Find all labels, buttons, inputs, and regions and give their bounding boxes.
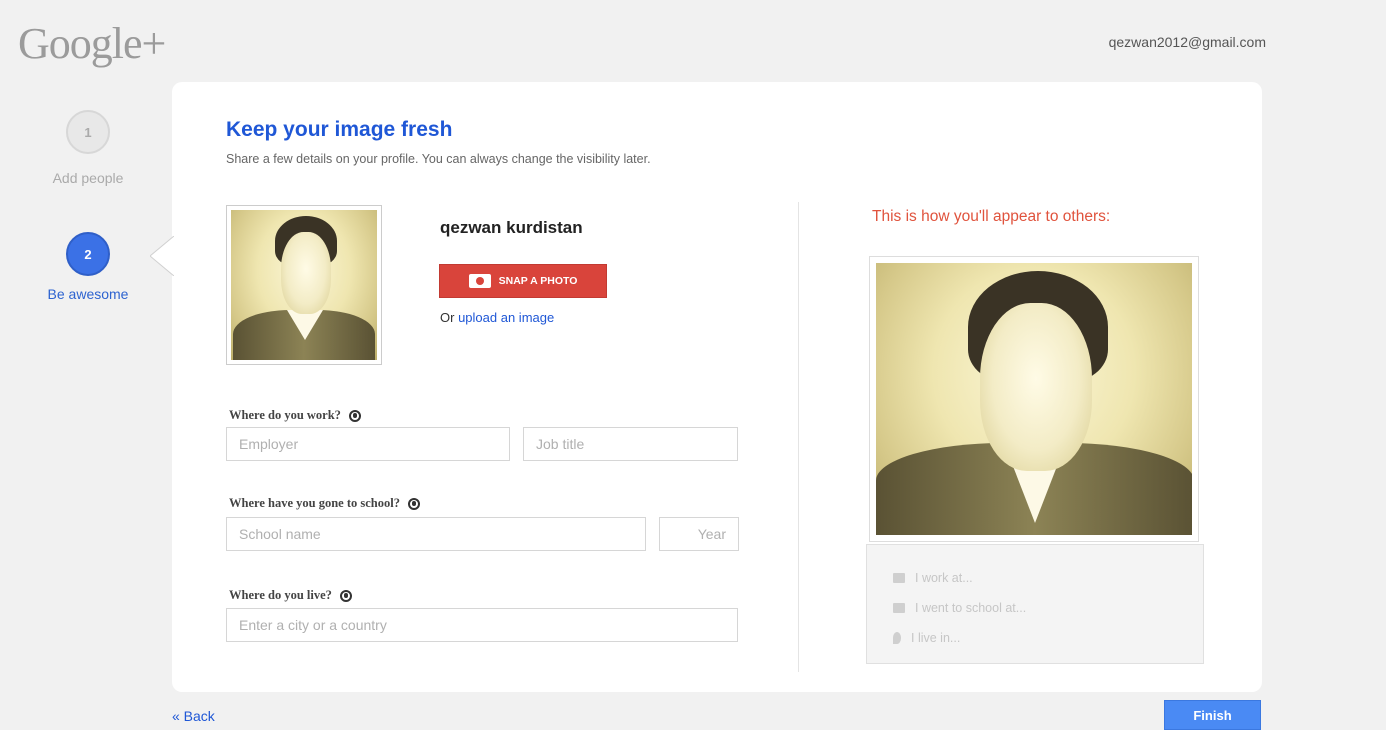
school-year-field[interactable] — [659, 517, 739, 551]
work-question: Where do you work? — [229, 408, 361, 423]
snap-photo-label: SNAP A PHOTO — [498, 275, 578, 287]
column-divider — [798, 202, 799, 672]
preview-info-box: I work at... I went to school at... I li… — [866, 544, 1204, 664]
profile-preview: I work at... I went to school at... I li… — [866, 256, 1204, 666]
step-label: Be awesome — [47, 286, 129, 302]
page-title: Keep your image fresh — [226, 118, 453, 141]
step-be-awesome[interactable]: 2 Be awesome — [28, 232, 148, 302]
school-label: Where have you gone to school? — [229, 496, 400, 510]
preview-photo — [869, 256, 1199, 542]
upload-image-link[interactable]: upload an image — [458, 310, 554, 325]
school-name-field[interactable] — [226, 517, 646, 551]
preview-heading: This is how you'll appear to others: — [872, 208, 1111, 225]
preview-work-row: I work at... — [893, 563, 1203, 593]
profile-card: Keep your image fresh Share a few detail… — [172, 82, 1262, 692]
profile-name: qezwan kurdistan — [440, 218, 583, 237]
step-number: 2 — [66, 232, 110, 276]
step-add-people[interactable]: 1 Add people — [28, 110, 148, 186]
profile-photo-thumbnail[interactable] — [226, 205, 382, 365]
employer-field[interactable] — [226, 427, 510, 461]
preview-live-row: I live in... — [893, 623, 1203, 653]
live-question: Where do you live? — [229, 588, 352, 603]
job-title-field[interactable] — [523, 427, 738, 461]
globe-icon[interactable] — [407, 497, 420, 510]
graduation-cap-icon — [893, 603, 905, 613]
work-label: Where do you work? — [229, 408, 341, 422]
school-question: Where have you gone to school? — [229, 496, 420, 511]
globe-icon[interactable] — [339, 589, 352, 602]
step-number: 1 — [66, 110, 110, 154]
google-plus-logo: Google+ — [18, 19, 166, 68]
preview-photo-image — [876, 263, 1192, 535]
map-pin-icon — [893, 632, 901, 644]
upload-line: Or upload an image — [440, 310, 554, 325]
globe-icon[interactable] — [348, 409, 361, 422]
snap-photo-button[interactable]: SNAP A PHOTO — [439, 264, 607, 298]
account-email[interactable]: qezwan2012@gmail.com — [1109, 34, 1266, 50]
upload-prefix: Or — [440, 310, 455, 325]
live-label: Where do you live? — [229, 588, 332, 602]
step-label: Add people — [52, 170, 124, 186]
preview-work-text: I work at... — [915, 571, 973, 585]
preview-school-row: I went to school at... — [893, 593, 1203, 623]
profile-photo-image — [231, 210, 377, 360]
preview-school-text: I went to school at... — [915, 601, 1027, 615]
building-icon — [893, 573, 905, 583]
back-link[interactable]: « Back — [172, 708, 215, 724]
page-subtitle: Share a few details on your profile. You… — [226, 152, 651, 166]
camera-icon — [468, 274, 491, 288]
city-field[interactable] — [226, 608, 738, 642]
preview-live-text: I live in... — [911, 631, 961, 645]
